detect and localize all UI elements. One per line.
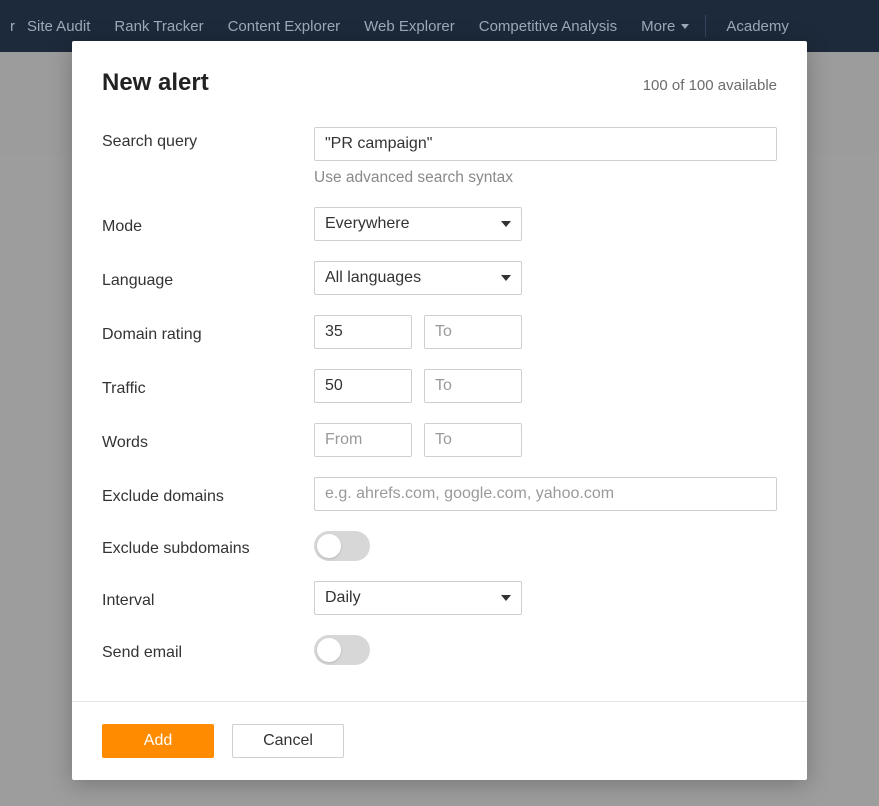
mode-label: Mode <box>102 212 314 236</box>
language-selected-value: All languages <box>325 269 421 287</box>
search-query-label: Search query <box>102 127 314 151</box>
domain-rating-from-input[interactable] <box>314 315 412 349</box>
toggle-knob <box>317 638 341 662</box>
nav-separator <box>705 15 706 37</box>
traffic-to-input[interactable] <box>424 369 522 403</box>
chevron-down-icon <box>681 24 689 29</box>
exclude-domains-input[interactable] <box>314 477 777 511</box>
traffic-label: Traffic <box>102 374 314 398</box>
interval-select[interactable]: Daily <box>314 581 522 615</box>
cancel-button[interactable]: Cancel <box>232 724 344 758</box>
alerts-available-counter: 100 of 100 available <box>643 77 777 94</box>
mode-selected-value: Everywhere <box>325 215 409 233</box>
language-select[interactable]: All languages <box>314 261 522 295</box>
exclude-subdomains-toggle[interactable] <box>314 531 370 561</box>
nav-more-label: More <box>641 18 675 35</box>
exclude-subdomains-label: Exclude subdomains <box>102 534 314 558</box>
interval-selected-value: Daily <box>325 589 361 607</box>
mode-select[interactable]: Everywhere <box>314 207 522 241</box>
send-email-label: Send email <box>102 638 314 662</box>
interval-label: Interval <box>102 586 314 610</box>
add-button[interactable]: Add <box>102 724 214 758</box>
chevron-down-icon <box>501 595 511 601</box>
toggle-knob <box>317 534 341 558</box>
new-alert-modal: New alert 100 of 100 available Search qu… <box>72 41 807 780</box>
chevron-down-icon <box>501 275 511 281</box>
words-from-input[interactable] <box>314 423 412 457</box>
words-label: Words <box>102 428 314 452</box>
search-query-input[interactable] <box>314 127 777 161</box>
domain-rating-to-input[interactable] <box>424 315 522 349</box>
traffic-from-input[interactable] <box>314 369 412 403</box>
language-label: Language <box>102 266 314 290</box>
exclude-domains-label: Exclude domains <box>102 482 314 506</box>
words-to-input[interactable] <box>424 423 522 457</box>
search-query-hint[interactable]: Use advanced search syntax <box>314 169 777 187</box>
domain-rating-label: Domain rating <box>102 320 314 344</box>
send-email-toggle[interactable] <box>314 635 370 665</box>
modal-title: New alert <box>102 69 209 97</box>
chevron-down-icon <box>501 221 511 227</box>
